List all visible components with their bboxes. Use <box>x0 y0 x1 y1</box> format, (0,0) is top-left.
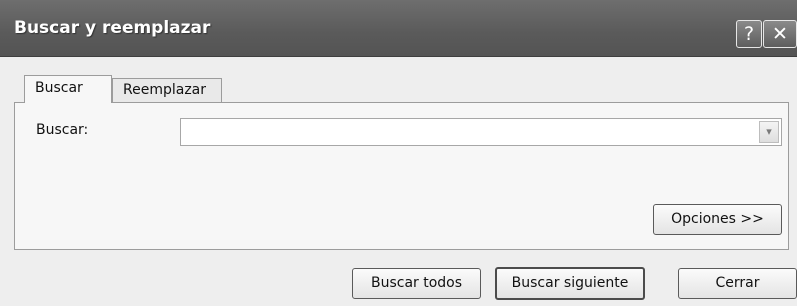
tab-buscar[interactable]: Buscar <box>24 75 112 103</box>
find-label: Buscar: <box>36 122 89 138</box>
help-button[interactable]: ? <box>736 20 762 48</box>
chevron-down-icon: ▾ <box>766 125 772 138</box>
help-icon: ? <box>743 23 755 45</box>
find-combobox[interactable]: ▾ <box>180 118 782 146</box>
close-icon: ✕ <box>772 23 788 45</box>
close-window-button[interactable]: ✕ <box>763 20 797 48</box>
find-all-button[interactable]: Buscar todos <box>352 268 481 299</box>
close-button[interactable]: Cerrar <box>678 268 797 299</box>
tab-buscar-label: Buscar <box>35 80 83 96</box>
tab-reemplazar[interactable]: Reemplazar <box>112 78 222 102</box>
window-title: Buscar y reemplazar <box>14 18 211 38</box>
options-button[interactable]: Opciones >> <box>653 204 782 235</box>
find-dropdown-button[interactable]: ▾ <box>759 121 779 143</box>
find-next-button[interactable]: Buscar siguiente <box>495 267 645 300</box>
tab-reemplazar-label: Reemplazar <box>123 82 207 98</box>
find-replace-dialog: Buscar y reemplazar ? ✕ Buscar Reemplaza… <box>0 0 797 306</box>
title-bar: Buscar y reemplazar ? ✕ <box>0 0 797 57</box>
